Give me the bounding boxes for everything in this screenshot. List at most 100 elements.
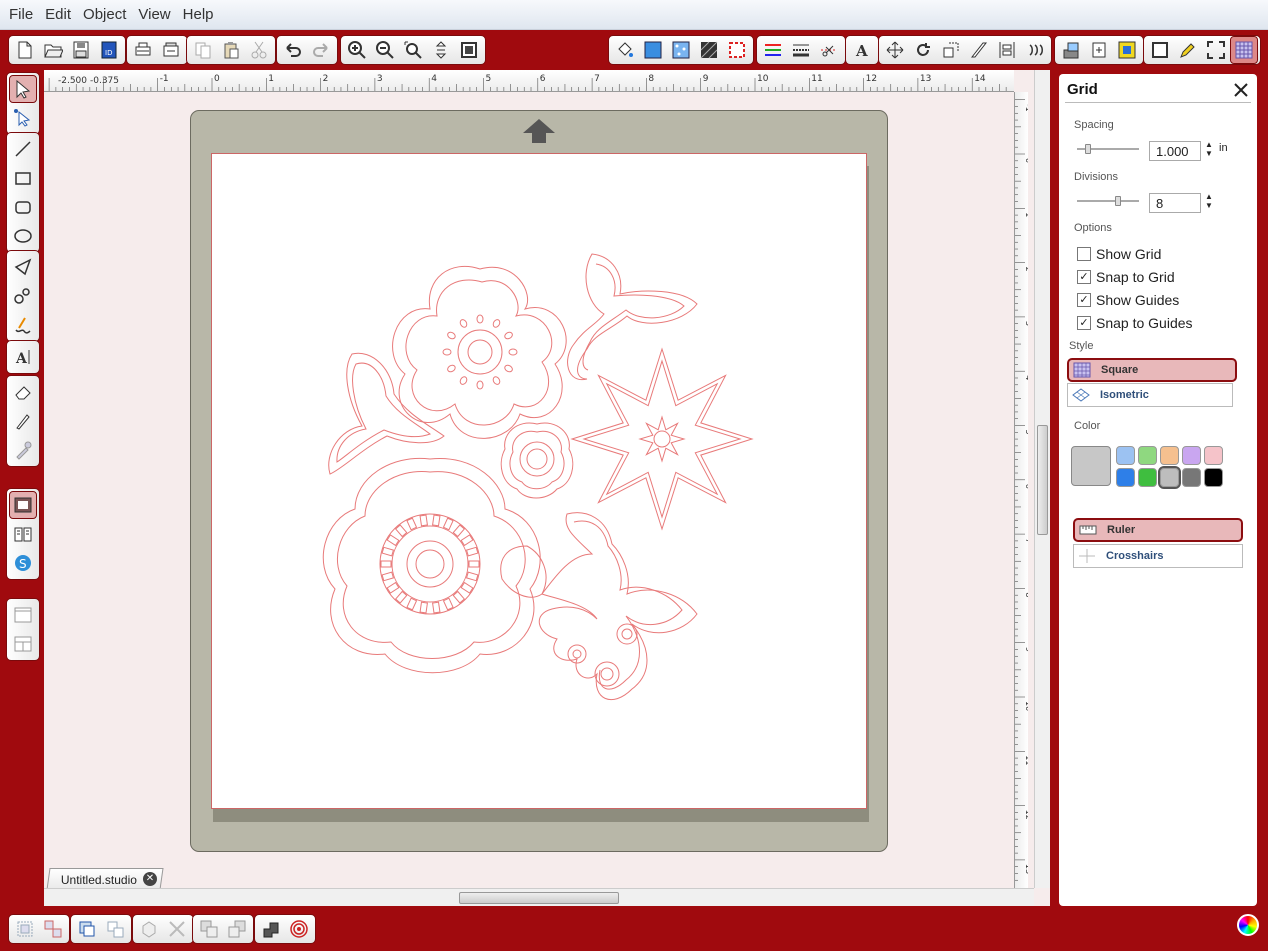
menu-edit[interactable]: Edit <box>39 4 77 25</box>
line-width-button[interactable] <box>788 37 814 63</box>
design-workspace[interactable]: -101234567891011121314 -2.500 -0.375 -10… <box>44 70 1050 906</box>
pan-button[interactable] <box>428 37 454 63</box>
divisions-spinner[interactable]: ▲ ▼ <box>1205 192 1215 210</box>
freehand-tool-button[interactable] <box>10 312 36 338</box>
line-style-button[interactable] <box>696 37 722 63</box>
delete-button[interactable] <box>164 916 190 942</box>
line-tool-button[interactable] <box>10 136 36 162</box>
duplicate-button[interactable] <box>136 916 162 942</box>
undo-button[interactable] <box>280 37 306 63</box>
eyedropper-tool-button[interactable] <box>10 437 36 463</box>
spacing-spinner[interactable]: ▲ ▼ <box>1205 140 1215 158</box>
text-style-button[interactable]: A <box>849 37 875 63</box>
vertical-scroll-thumb[interactable] <box>1037 425 1048 535</box>
send-to-cutter-button[interactable] <box>1175 37 1201 63</box>
color-swatch[interactable] <box>1158 466 1181 489</box>
close-tab-icon[interactable]: ✕ <box>143 872 158 886</box>
polygon-tool-button[interactable] <box>10 254 36 280</box>
rotate-button[interactable] <box>910 37 936 63</box>
my-library-button[interactable] <box>1058 37 1084 63</box>
color-swatch[interactable] <box>1116 446 1135 465</box>
store-button[interactable] <box>1114 37 1140 63</box>
online-store-button[interactable]: S <box>10 550 36 576</box>
single-view-button[interactable] <box>10 602 36 628</box>
show-guides-checkbox[interactable]: ✓ <box>1077 293 1091 307</box>
new-document-button[interactable] <box>12 37 38 63</box>
style-isometric-button[interactable]: Isometric <box>1067 383 1233 407</box>
menu-help[interactable]: Help <box>177 4 220 25</box>
snap-to-guides-option[interactable]: ✓ Snap to Guides <box>1077 315 1193 331</box>
paste-button[interactable] <box>218 37 244 63</box>
save-button[interactable] <box>68 37 94 63</box>
cut-settings-button[interactable] <box>724 37 750 63</box>
transform-button[interactable] <box>882 37 908 63</box>
zoom-in-button[interactable] <box>344 37 370 63</box>
color-swatch[interactable] <box>1138 446 1157 465</box>
divisions-slider-knob[interactable] <box>1115 196 1121 206</box>
divisions-input[interactable]: 8 <box>1149 193 1201 213</box>
color-swatch[interactable] <box>1182 468 1201 487</box>
show-guides-option[interactable]: ✓ Show Guides <box>1077 292 1179 308</box>
print-button[interactable] <box>130 37 156 63</box>
spacing-slider-knob[interactable] <box>1085 144 1091 154</box>
zoom-selection-button[interactable] <box>400 37 426 63</box>
color-swatch[interactable] <box>1160 446 1179 465</box>
design-page-button[interactable] <box>9 491 37 519</box>
snap-to-grid-checkbox[interactable]: ✓ <box>1077 270 1091 284</box>
design-page[interactable] <box>211 153 867 809</box>
select-tool-button[interactable] <box>9 75 37 103</box>
save-to-library-button[interactable]: ID <box>96 37 122 63</box>
edit-points-button[interactable] <box>10 105 36 131</box>
color-swatch[interactable] <box>1182 446 1201 465</box>
ruler-mode-button[interactable]: Ruler <box>1073 518 1243 542</box>
rectangle-tool-button[interactable] <box>10 165 36 191</box>
rounded-rectangle-tool-button[interactable] <box>10 194 36 220</box>
color-swatch[interactable] <box>1138 468 1157 487</box>
text-tool-button[interactable]: A <box>10 344 36 370</box>
redo-button[interactable] <box>308 37 334 63</box>
line-color-button[interactable] <box>760 37 786 63</box>
horizontal-scroll-thumb[interactable] <box>459 892 619 904</box>
snap-to-guides-checkbox[interactable]: ✓ <box>1077 316 1091 330</box>
page-setup-button[interactable] <box>1147 37 1173 63</box>
menu-view[interactable]: View <box>132 4 176 25</box>
show-grid-checkbox[interactable] <box>1077 247 1091 261</box>
split-view-button[interactable] <box>10 631 36 657</box>
curve-tool-button[interactable] <box>10 283 36 309</box>
color-swatch[interactable] <box>1204 446 1223 465</box>
snap-to-grid-option[interactable]: ✓ Snap to Grid <box>1077 269 1175 285</box>
color-swatch[interactable] <box>1116 468 1135 487</box>
fill-gradient-button[interactable] <box>640 37 666 63</box>
ungroup-button[interactable] <box>40 916 66 942</box>
shear-button[interactable] <box>966 37 992 63</box>
ellipse-tool-button[interactable] <box>10 223 36 249</box>
divisions-slider[interactable] <box>1077 196 1139 206</box>
group-button[interactable] <box>12 916 38 942</box>
send-to-back-button[interactable] <box>224 916 250 942</box>
crosshairs-mode-button[interactable]: Crosshairs <box>1073 544 1243 568</box>
weld-button[interactable] <box>258 916 284 942</box>
print-and-cut-button[interactable] <box>158 37 184 63</box>
color-swatch[interactable] <box>1204 468 1223 487</box>
vertical-scrollbar[interactable] <box>1034 70 1050 888</box>
copy-button[interactable] <box>190 37 216 63</box>
fit-to-window-button[interactable] <box>456 37 482 63</box>
current-grid-color[interactable] <box>1071 446 1111 486</box>
align-button[interactable] <box>994 37 1020 63</box>
flower-design-artwork[interactable] <box>212 154 868 810</box>
library-view-button[interactable] <box>10 521 36 547</box>
bring-to-front-button[interactable] <box>196 916 222 942</box>
menu-object[interactable]: Object <box>77 4 132 25</box>
fill-pattern-button[interactable] <box>668 37 694 63</box>
offset-button[interactable] <box>286 916 312 942</box>
color-wheel-icon[interactable] <box>1237 914 1259 936</box>
spacing-input[interactable]: 1.000 <box>1149 141 1201 161</box>
release-compound-path-button[interactable] <box>102 916 128 942</box>
make-compound-path-button[interactable] <box>74 916 100 942</box>
close-icon[interactable] <box>1233 82 1249 98</box>
cut-lines-button[interactable] <box>816 37 842 63</box>
zoom-out-button[interactable] <box>372 37 398 63</box>
open-button[interactable] <box>40 37 66 63</box>
style-square-button[interactable]: Square <box>1067 358 1237 382</box>
document-tab[interactable]: Untitled.studio ✕ <box>46 868 164 890</box>
